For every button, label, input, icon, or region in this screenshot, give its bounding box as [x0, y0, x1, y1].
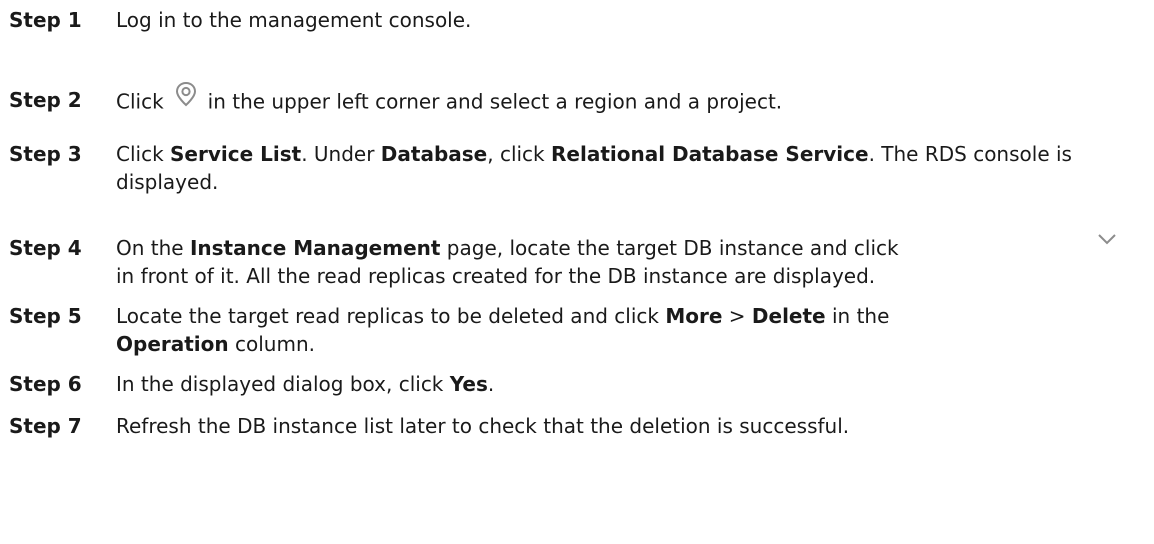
ui-term-instance-management: Instance Management: [189, 236, 441, 260]
ui-term-yes: Yes: [449, 372, 488, 396]
step-2: Step 2 Click in the upper left corner an…: [9, 81, 1129, 120]
step-text-part: In the displayed dialog box, click: [116, 372, 450, 396]
step-text-part: , click: [487, 142, 551, 166]
step-label: Step 2: [9, 88, 82, 112]
step-text: Refresh the DB instance list later to ch…: [116, 412, 1121, 440]
step-label: Step 7: [9, 414, 82, 438]
ui-term-relational-database-service: Relational Database Service: [551, 142, 869, 166]
step-text-part: Locate the target read replicas to be de…: [116, 304, 666, 328]
step-text-part: Click: [116, 142, 171, 166]
step-text: Click Service List. Under Database, clic…: [116, 140, 1121, 196]
procedure-steps: Step 1 Log in to the management console.…: [0, 0, 1154, 544]
step-text-part: >: [722, 304, 752, 328]
ui-term-more: More: [665, 304, 723, 328]
chevron-down-icon: [1092, 223, 1122, 253]
ui-term-database: Database: [380, 142, 488, 166]
step-4: Step 4 On the Instance Management page, …: [9, 234, 1129, 290]
step-text-part: column.: [228, 332, 315, 356]
step-text: Locate the target read replicas to be de…: [116, 302, 1121, 358]
step-1: Step 1 Log in to the management console.: [9, 6, 1129, 34]
step-label: Step 6: [9, 372, 82, 396]
step-text-part: in the upper left corner and select a re…: [207, 89, 783, 114]
step-label: Step 4: [9, 236, 82, 260]
step-label: Step 5: [9, 304, 82, 328]
ui-term-service-list: Service List: [170, 142, 302, 166]
location-pin-icon: [169, 77, 203, 111]
step-text-part: .: [487, 372, 495, 396]
step-text: On the Instance Management page, locate …: [116, 234, 1121, 290]
ui-term-delete: Delete: [751, 304, 826, 328]
step-label: Step 3: [9, 142, 82, 166]
step-5: Step 5 Locate the target read replicas t…: [9, 302, 1129, 358]
step-text-part: page, locate the target DB instance and …: [440, 236, 899, 260]
step-text-part: Refresh the DB instance list later to ch…: [116, 414, 850, 438]
step-text: Log in to the management console.: [116, 6, 1121, 34]
step-text-part: in front of it. All the read replicas cr…: [116, 264, 876, 288]
step-text-part: in the: [825, 304, 890, 328]
step-text: Click in the upper left corner and selec…: [116, 81, 1121, 120]
step-label: Step 1: [9, 8, 82, 32]
step-text-part: . Under: [301, 142, 381, 166]
ui-term-operation: Operation: [116, 332, 229, 356]
step-text-part: On the: [116, 236, 190, 260]
step-6: Step 6 In the displayed dialog box, clic…: [9, 370, 1129, 398]
step-text: In the displayed dialog box, click Yes.: [116, 370, 1121, 398]
step-7: Step 7 Refresh the DB instance list late…: [9, 412, 1129, 440]
step-text-part: Log in to the management console.: [116, 8, 472, 32]
step-text-part: Click: [116, 89, 164, 114]
step-3: Step 3 Click Service List. Under Databas…: [9, 140, 1129, 196]
